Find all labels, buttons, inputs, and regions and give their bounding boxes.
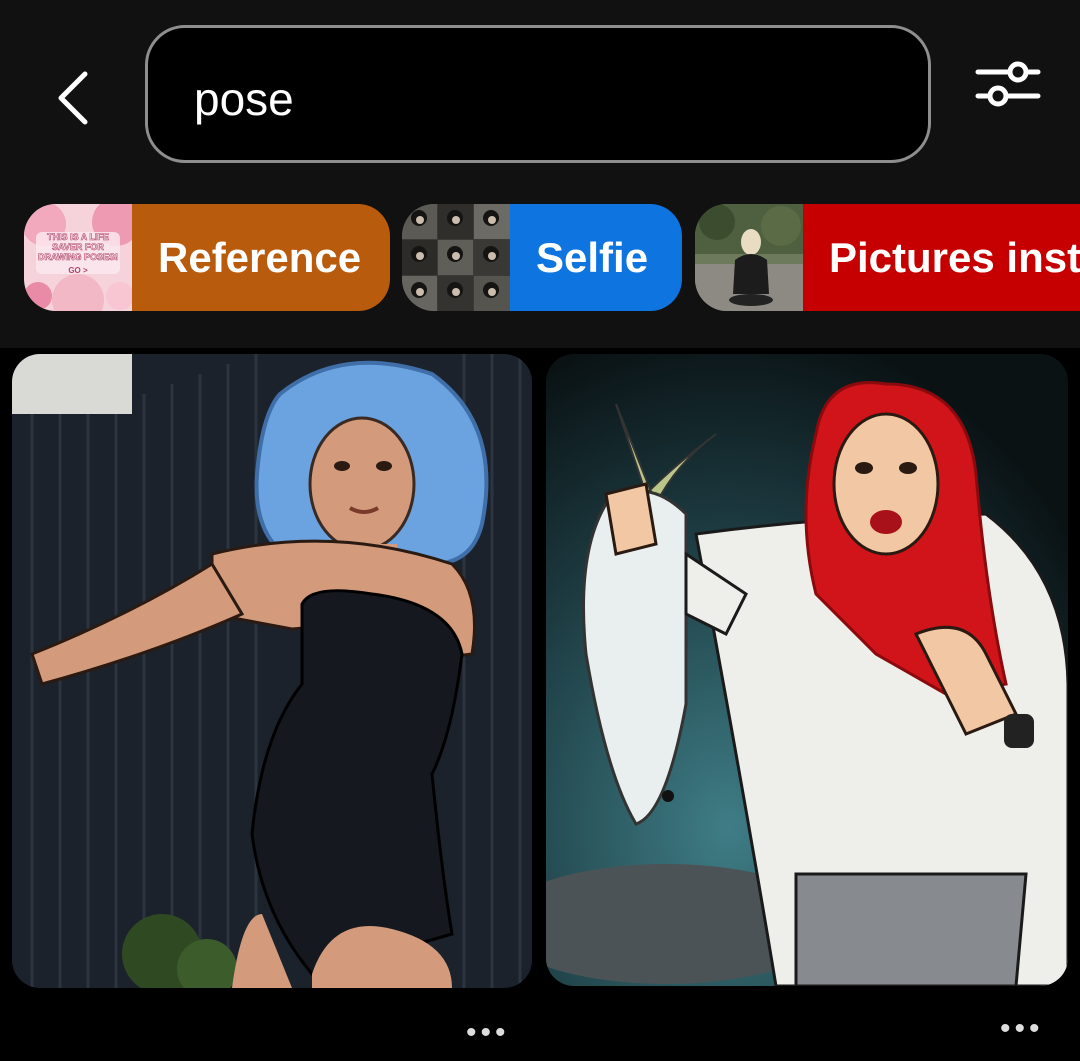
pin-image-card[interactable]	[546, 354, 1068, 986]
chip-label: Reference	[132, 204, 390, 311]
chip-selfie-thumbnail	[402, 204, 510, 311]
chip-label: Selfie	[510, 204, 682, 311]
chip-pictures-insta-thumbnail	[695, 204, 803, 311]
pin-more-options-button[interactable]: •••	[466, 1018, 510, 1048]
chip-pictures-insta[interactable]: Pictures insta	[695, 204, 1080, 311]
chip-reference-thumbnail-text: THIS IS A LIFE SAVER FOR DRAWING POSES!	[37, 232, 119, 263]
sliders-filter-icon	[975, 61, 1041, 107]
chip-reference-thumbnail: THIS IS A LIFE SAVER FOR DRAWING POSES! …	[24, 204, 132, 311]
filter-button[interactable]	[972, 58, 1044, 112]
chip-reference[interactable]: THIS IS A LIFE SAVER FOR DRAWING POSES! …	[24, 204, 390, 311]
back-button[interactable]	[40, 60, 110, 136]
pin-more-options-button[interactable]: •••	[1000, 1014, 1044, 1044]
pin-image-cartoon-swimsuit	[12, 354, 532, 988]
chip-label: Pictures insta	[803, 204, 1080, 311]
search-query[interactable]: pose	[194, 72, 294, 126]
chevron-left-icon	[58, 71, 88, 125]
pin-image-cartoon-fish	[546, 354, 1068, 986]
chip-selfie[interactable]: Selfie	[402, 204, 682, 311]
pin-image-card[interactable]	[12, 354, 532, 988]
search-field[interactable]: pose	[145, 25, 931, 163]
chip-reference-thumbnail-subtext: GO >	[68, 266, 88, 275]
search-header: pose THIS IS A LIFE SAVER FOR DRAWING PO…	[0, 0, 1080, 348]
